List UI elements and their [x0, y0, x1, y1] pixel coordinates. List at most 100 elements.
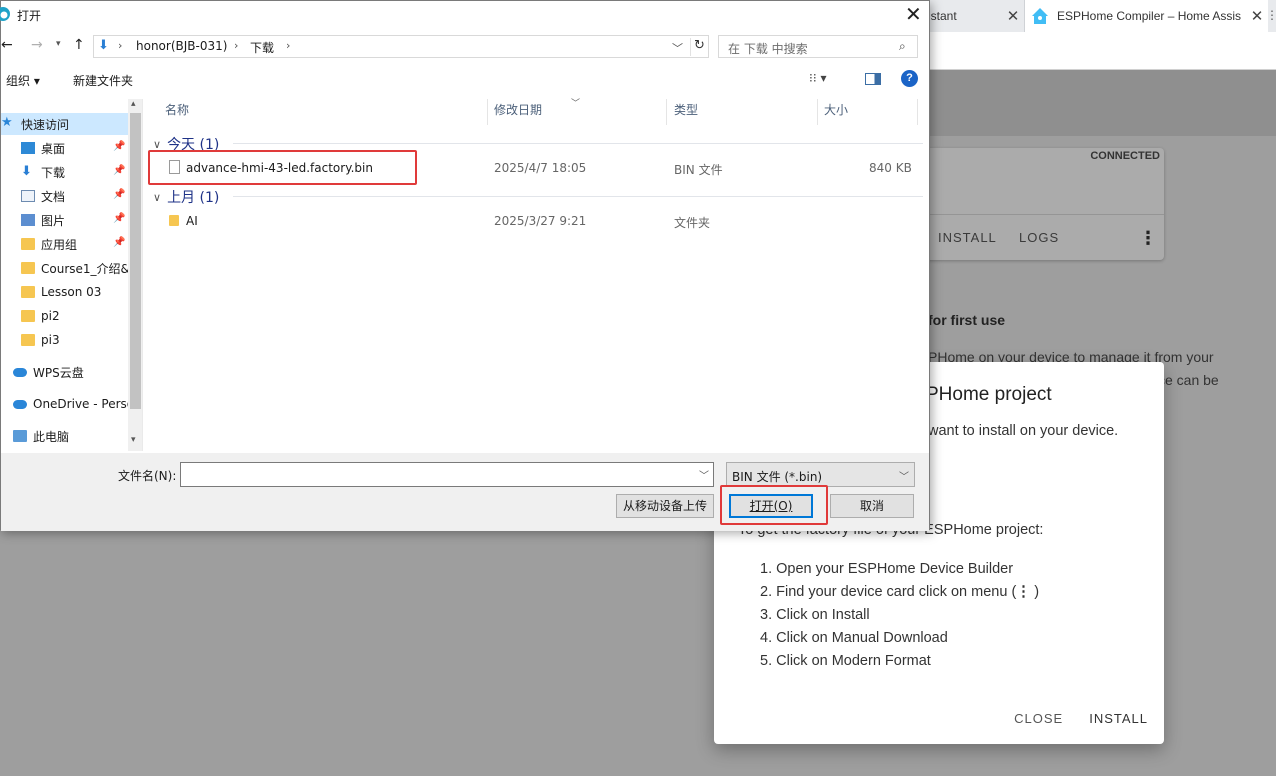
refresh-icon[interactable]: ↻: [690, 38, 708, 56]
file-row[interactable]: AI 2025/3/27 9:21 文件夹: [163, 210, 923, 232]
nav-item-pi3[interactable]: pi3: [1, 329, 128, 351]
folder-icon: [21, 286, 35, 298]
filetype-value: BIN 文件 (*.bin): [732, 470, 823, 484]
close-icon[interactable]: ✕: [905, 2, 922, 26]
close-button[interactable]: CLOSE: [1014, 711, 1063, 726]
preview-pane-icon[interactable]: [865, 73, 881, 85]
view-options-icon[interactable]: ⁝⁝ ▾: [809, 71, 826, 85]
column-header-size[interactable]: 大小: [824, 101, 848, 118]
scroll-up-icon[interactable]: ▴: [131, 99, 136, 109]
column-divider[interactable]: [666, 99, 667, 125]
picture-icon: [21, 214, 35, 226]
file-name: AI: [186, 214, 198, 228]
help-icon[interactable]: ?: [901, 70, 918, 87]
browser-tab-home-assistant[interactable]: istant ✕: [920, 0, 1024, 32]
nav-item-onedrive[interactable]: OneDrive - Perso: [1, 393, 128, 415]
chevron-right-icon[interactable]: ›: [234, 39, 238, 52]
file-name: advance-hmi-43-led.factory.bin: [186, 161, 373, 175]
nav-item-quick-access[interactable]: ★ 快速访问: [1, 113, 128, 135]
dialog-titlebar: 打开 ✕: [0, 1, 929, 31]
open-button[interactable]: 打开(O): [729, 494, 813, 518]
nav-item-course1[interactable]: Course1_介绍&: [1, 257, 128, 279]
file-type: BIN 文件: [674, 163, 723, 177]
column-header-name[interactable]: 名称: [165, 101, 189, 118]
section-text: ce can be: [1158, 372, 1219, 388]
desktop-icon: [21, 142, 35, 154]
file-icon: [169, 160, 180, 174]
steps-list: 1. Open your ESPHome Device Builder 2. F…: [760, 558, 1039, 673]
folder-icon: [169, 215, 179, 226]
browser-tab-esphome-compiler[interactable]: ESPHome Compiler – Home Assis ✕: [1024, 0, 1268, 32]
up-arrow-icon[interactable]: ↑: [73, 37, 85, 53]
address-bar[interactable]: ⬇ › honor(BJB-031) › 下载 › ﹀ ↻: [93, 35, 709, 58]
download-icon: ⬇: [21, 164, 32, 179]
star-icon: ★: [1, 115, 13, 130]
cancel-button[interactable]: 取消: [830, 494, 914, 518]
card-install-button[interactable]: INSTALL: [938, 230, 997, 245]
group-header-today[interactable]: ∨ 今天 (1): [153, 134, 219, 154]
nav-item-wps-cloud[interactable]: WPS云盘: [1, 361, 128, 383]
dialog-title: PHome project: [926, 384, 1052, 405]
chevron-down-icon: ∨: [153, 137, 162, 151]
tab-overflow-icon[interactable]: ⋮: [1266, 8, 1276, 22]
nav-item-downloads[interactable]: ⬇ 下载 📌: [1, 161, 128, 183]
tab-close-icon[interactable]: ✕: [1246, 7, 1268, 25]
nav-item-desktop[interactable]: 桌面 📌: [1, 137, 128, 159]
nav-item-lesson03[interactable]: Lesson 03: [1, 281, 128, 303]
organize-button[interactable]: 组织 ▾: [6, 72, 40, 89]
chevron-right-icon[interactable]: ›: [118, 39, 122, 52]
file-date: 2025/3/27 9:21: [494, 214, 587, 228]
nav-item-pi2[interactable]: pi2: [1, 305, 128, 327]
search-input[interactable]: 在 下载 中搜索 ⌕: [718, 35, 918, 58]
file-list: ﹀ 名称 修改日期 类型 大小 ∨ 今天 (1) advance-hmi-43-l…: [145, 97, 927, 451]
folder-icon: [21, 334, 35, 346]
search-placeholder: 在 下载 中搜索: [728, 42, 808, 56]
chevron-down-icon[interactable]: ﹀: [672, 40, 683, 56]
column-divider[interactable]: [817, 99, 818, 125]
nav-item-pictures[interactable]: 图片 📌: [1, 209, 128, 231]
install-button[interactable]: INSTALL: [1089, 711, 1148, 726]
dialog-actions: CLOSE INSTALL: [1014, 711, 1148, 726]
filename-label: 文件名(N):: [118, 469, 177, 483]
kebab-menu-icon[interactable]: ⋮: [1139, 228, 1157, 249]
upload-from-mobile-button[interactable]: 从移动设备上传: [616, 494, 714, 518]
chevron-down-icon[interactable]: ﹀: [699, 467, 709, 482]
folder-icon: [21, 262, 35, 274]
filename-input[interactable]: ﹀: [180, 462, 714, 487]
group-header-last-month[interactable]: ∨ 上月 (1): [153, 187, 219, 207]
forward-arrow-icon[interactable]: →: [31, 37, 43, 53]
file-type: 文件夹: [674, 216, 711, 230]
card-logs-button[interactable]: LOGS: [1019, 230, 1059, 245]
device-card: CONNECTED INSTALL LOGS ⋮: [900, 148, 1164, 260]
recent-locations-dropdown-icon[interactable]: ▾: [56, 39, 61, 49]
nav-item-documents[interactable]: 文档 📌: [1, 185, 128, 207]
new-folder-button[interactable]: 新建文件夹: [73, 72, 133, 89]
file-row[interactable]: advance-hmi-43-led.factory.bin 2025/4/7 …: [163, 157, 923, 179]
scroll-down-icon[interactable]: ▾: [131, 435, 136, 445]
step-item: 1. Open your ESPHome Device Builder: [760, 561, 1014, 577]
breadcrumb-segment[interactable]: 下载: [250, 39, 274, 56]
column-header-type[interactable]: 类型: [674, 101, 698, 118]
column-header-date[interactable]: 修改日期: [494, 101, 542, 118]
back-arrow-icon[interactable]: ←: [1, 37, 13, 53]
chevron-right-icon[interactable]: ›: [286, 39, 290, 52]
edge-logo-icon: [0, 7, 10, 21]
tab-close-icon[interactable]: ✕: [1002, 7, 1024, 25]
dialog-title: 打开: [17, 9, 42, 23]
step-item: 4. Click on Manual Download: [760, 630, 948, 646]
sort-indicator-icon: ﹀: [571, 99, 581, 109]
nav-item-this-pc[interactable]: 此电脑: [1, 425, 128, 447]
status-badge: CONNECTED: [1090, 150, 1160, 162]
nav-item-app-group[interactable]: 应用组 📌: [1, 233, 128, 255]
group-divider: [233, 196, 923, 197]
nav-scrollbar[interactable]: ▴ ▾: [128, 99, 142, 451]
scrollbar-thumb[interactable]: [130, 113, 141, 409]
pin-icon: 📌: [113, 165, 126, 176]
file-open-dialog: 打开 ✕ ← → ▾ ↑ ⬇ › honor(BJB-031) › 下载 › ﹀…: [0, 0, 930, 531]
filetype-select[interactable]: BIN 文件 (*.bin) ﹀: [726, 462, 915, 487]
column-divider[interactable]: [917, 99, 918, 125]
command-bar: 组织 ▾ 新建文件夹 ⁝⁝ ▾ ?: [1, 67, 929, 93]
cloud-icon: [13, 367, 27, 377]
breadcrumb-segment[interactable]: honor(BJB-031): [136, 39, 227, 53]
column-divider[interactable]: [487, 99, 488, 125]
